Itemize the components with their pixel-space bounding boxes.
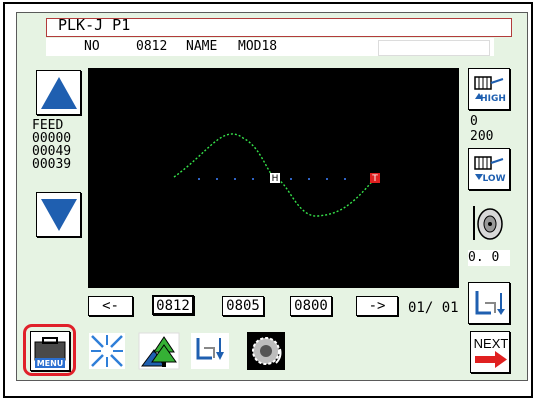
pattern-0805-button[interactable]: 0805 [222, 296, 264, 316]
menu-button[interactable]: MENU [30, 331, 70, 371]
tension-knob-icon [473, 206, 503, 240]
page-indicator: 01/ 01 [408, 300, 459, 316]
zoom-fit-button[interactable] [88, 332, 126, 370]
no-value: 0812 [136, 39, 168, 54]
feed-origin-button[interactable] [190, 332, 230, 370]
next-screen-button[interactable]: NEXT [470, 331, 510, 373]
prev-pattern-button[interactable]: <- [88, 296, 133, 316]
origin-return-button[interactable] [468, 282, 510, 324]
feed-down-button[interactable] [36, 192, 81, 237]
thread-tension-button[interactable] [468, 198, 510, 250]
pattern-0812-button[interactable]: 0812 [152, 295, 194, 315]
arrow-down-icon [39, 195, 78, 234]
speed-high-button[interactable]: HIGH [468, 68, 510, 110]
name-value: MOD18 [238, 39, 278, 54]
pattern-view-button[interactable] [138, 332, 180, 370]
feed-value-3: 00039 [32, 157, 72, 172]
speed-low-button[interactable]: LOW [468, 148, 510, 190]
presser-foot-icon [191, 333, 229, 369]
next-pattern-button[interactable]: -> [356, 296, 398, 316]
info-empty-field [378, 40, 490, 56]
svg-text:MENU: MENU [37, 359, 64, 368]
arrow-up-icon [39, 73, 78, 112]
pattern-0800-button[interactable]: 0800 [290, 296, 332, 316]
svg-text:NEXT: NEXT [474, 336, 509, 351]
svg-text:LOW: LOW [483, 174, 506, 184]
stitch-pattern: H T [173, 133, 380, 217]
no-label: NO [84, 39, 100, 54]
tension-value: 0. 0 [468, 250, 510, 266]
svg-text:HIGH: HIGH [480, 94, 506, 104]
handwheel-icon [247, 332, 285, 370]
hand-wheel-button[interactable] [246, 331, 286, 371]
start-marker-label: H [272, 174, 279, 184]
zoom-expand-icon [89, 333, 125, 369]
pattern-display: H T [88, 68, 459, 288]
end-marker-label: T [371, 174, 378, 184]
speed-high-value: 0 [470, 114, 478, 129]
feed-up-button[interactable] [36, 70, 81, 115]
return-origin-icon [475, 291, 505, 315]
tree-landscape-icon [138, 332, 180, 370]
spool-high-icon: HIGH [474, 76, 506, 104]
speed-low-value: 200 [470, 129, 494, 144]
next-arrow-icon: NEXT [474, 336, 509, 368]
toolbox-icon: MENU [34, 337, 66, 368]
name-label: NAME [186, 39, 218, 54]
program-title: PLK-J P1 [58, 16, 131, 34]
spool-low-icon: LOW [474, 156, 506, 184]
